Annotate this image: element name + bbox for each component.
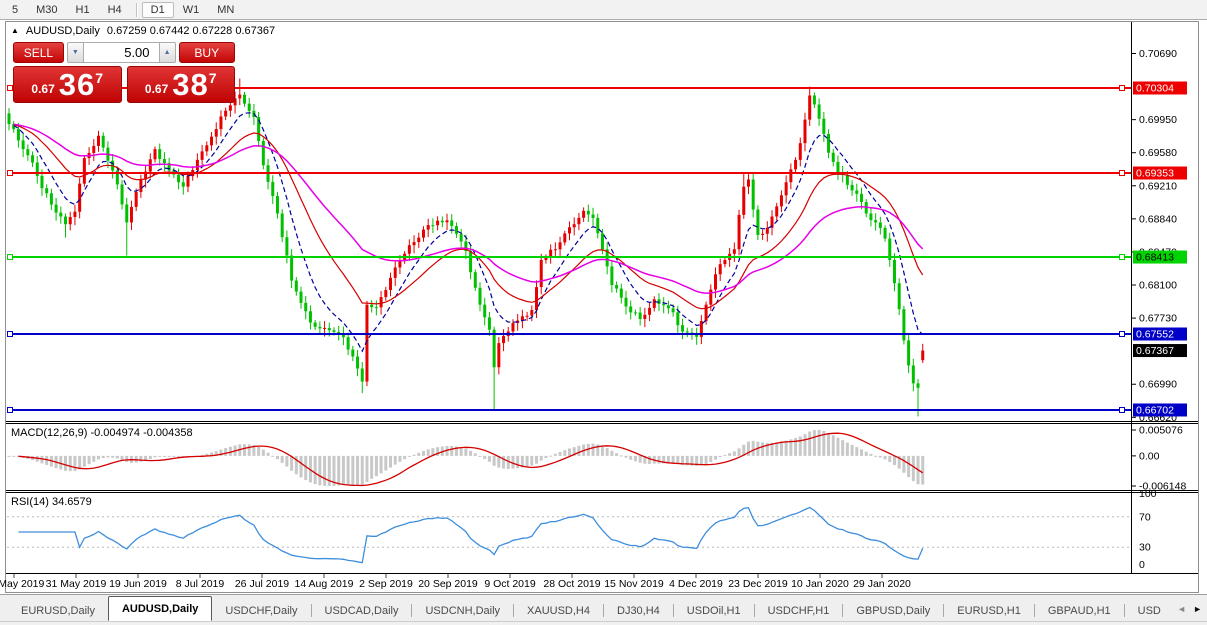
tab-usdcnh-daily[interactable]: USDCNH,Daily: [412, 600, 513, 621]
tab-eurusd-daily[interactable]: EURUSD,Daily: [8, 600, 108, 621]
price-tick-label: 0.66990: [1139, 379, 1177, 391]
price-tick-label: 0.69580: [1139, 147, 1177, 159]
buy-price-panel[interactable]: 0.67 38 7: [127, 66, 236, 103]
hline-marker[interactable]: [1120, 171, 1125, 176]
tab-usdchf-daily[interactable]: USDCHF,Daily: [212, 600, 310, 621]
hline-marker[interactable]: [8, 332, 13, 337]
hline-marker[interactable]: [8, 407, 13, 412]
date-label: 15 Nov 2019: [604, 578, 664, 590]
bid-price-prefix: 0.67: [31, 82, 54, 96]
hline-price-label: 0.69353: [1136, 168, 1174, 180]
timeframe-button-5[interactable]: 5: [3, 2, 27, 18]
buy-button[interactable]: BUY: [179, 42, 235, 63]
price-tick-label: 0.68100: [1139, 280, 1177, 292]
date-label: 9 Oct 2019: [484, 578, 536, 590]
date-label: 13 May 2019: [0, 578, 45, 590]
tab-gbpusd-daily[interactable]: GBPUSD,Daily: [843, 600, 943, 621]
chart-ohlc-values: 0.67259 0.67442 0.67228 0.67367: [107, 25, 275, 37]
bid-price-big: 36: [59, 67, 95, 102]
rsi-axis-label: 30: [1139, 542, 1151, 554]
tab-xauusd-h4[interactable]: XAUUSD,H4: [514, 600, 603, 621]
hline-marker[interactable]: [8, 171, 13, 176]
one-click-trading-panel: SELL ▼ 5.00 ▲ BUY 0.67 36 7 0.67 38 7: [13, 42, 235, 103]
price-tick-label: 0.69950: [1139, 114, 1177, 126]
date-label: 28 Oct 2019: [543, 578, 600, 590]
price-tick-label: 0.69210: [1139, 180, 1177, 192]
date-label: 31 May 2019: [46, 578, 107, 590]
price-tick-label: 0.68840: [1139, 213, 1177, 225]
timeframe-button-w1[interactable]: W1: [174, 2, 209, 18]
macd-indicator-title: MACD(12,26,9) -0.004974 -0.004358: [11, 427, 193, 439]
tabs-scroll-left-icon[interactable]: ◄: [1177, 604, 1186, 614]
date-label: 26 Jul 2019: [235, 578, 289, 590]
date-label: 20 Sep 2019: [418, 578, 478, 590]
rsi-axis-label: 70: [1139, 511, 1151, 523]
rsi-axis-label: 100: [1139, 488, 1157, 500]
hline-price-label: 0.66702: [1136, 404, 1174, 416]
bid-price-pip: 7: [95, 70, 103, 86]
ask-price-pip: 7: [209, 70, 217, 86]
hline-marker[interactable]: [8, 255, 13, 260]
timeframe-button-mn[interactable]: MN: [208, 2, 243, 18]
chart-symbol-period: AUDUSD,Daily: [26, 25, 100, 37]
volume-decrease-button[interactable]: ▼: [67, 42, 84, 63]
date-label: 4 Dec 2019: [669, 578, 723, 590]
date-label: 10 Jan 2020: [791, 578, 849, 590]
spinner-up-icon: ▲: [164, 49, 171, 56]
date-label: 2 Sep 2019: [359, 578, 413, 590]
tab-usdchf-h1[interactable]: USDCHF,H1: [755, 600, 843, 621]
macd-axis-label: 0.005076: [1139, 425, 1183, 437]
date-label: 29 Jan 2020: [853, 578, 911, 590]
tab-audusd-daily[interactable]: AUDUSD,Daily: [108, 596, 212, 621]
price-tick-label: 0.67730: [1139, 313, 1177, 325]
volume-increase-button[interactable]: ▲: [159, 42, 176, 63]
timeframe-button-h4[interactable]: H4: [99, 2, 131, 18]
hline-marker[interactable]: [1120, 86, 1125, 91]
volume-input[interactable]: 5.00: [84, 42, 159, 63]
tab-usd[interactable]: USD: [1125, 600, 1174, 621]
sell-button[interactable]: SELL: [13, 42, 64, 63]
hline-price-label: 0.68413: [1136, 252, 1174, 264]
sell-price-panel[interactable]: 0.67 36 7: [13, 66, 122, 103]
price-tick-label: 0.70690: [1139, 48, 1177, 60]
timeframe-button-h1[interactable]: H1: [67, 2, 99, 18]
status-strip: [0, 621, 1207, 625]
chart-tabs-bar: EURUSD,DailyAUDUSD,DailyUSDCHF,DailyUSDC…: [0, 594, 1207, 621]
chart-title: ▲ AUDUSD,Daily 0.67259 0.67442 0.67228 0…: [11, 25, 275, 37]
hline-marker[interactable]: [1120, 332, 1125, 337]
spinner-down-icon: ▼: [72, 49, 79, 56]
hline-price-label: 0.67552: [1136, 329, 1174, 341]
ask-price-prefix: 0.67: [145, 82, 168, 96]
macd-axis-label: 0.00: [1139, 450, 1160, 462]
date-label: 19 Jun 2019: [109, 578, 167, 590]
date-label: 23 Dec 2019: [728, 578, 788, 590]
hline-marker[interactable]: [1120, 255, 1125, 260]
timeframe-button-d1[interactable]: D1: [142, 2, 174, 18]
rsi-indicator-title: RSI(14) 34.6579: [11, 496, 92, 508]
one-click-collapse-icon[interactable]: ▲: [11, 27, 19, 35]
chart-window-frame: [6, 22, 1199, 593]
ask-price-big: 38: [172, 67, 208, 102]
tab-usdcad-daily[interactable]: USDCAD,Daily: [312, 600, 412, 621]
toolbar-separator: [136, 3, 137, 17]
date-label: 8 Jul 2019: [176, 578, 225, 590]
tab-dj30-h4[interactable]: DJ30,H4: [604, 600, 673, 621]
tabs-scroll-right-icon[interactable]: ►: [1193, 604, 1202, 614]
current-price-label: 0.67367: [1136, 345, 1174, 357]
hline-marker[interactable]: [1120, 407, 1125, 412]
date-label: 14 Aug 2019: [295, 578, 354, 590]
rsi-axis-label: 0: [1139, 559, 1145, 571]
tab-gbpaud-h1[interactable]: GBPAUD,H1: [1035, 600, 1124, 621]
tab-eurusd-h1[interactable]: EURUSD,H1: [944, 600, 1034, 621]
tab-usdoil-h1[interactable]: USDOil,H1: [674, 600, 754, 621]
hline-marker[interactable]: [8, 86, 13, 91]
timeframe-button-m30[interactable]: M30: [27, 2, 66, 18]
timeframe-toolbar: 5M30H1H4 D1W1MN: [0, 0, 1207, 20]
hline-price-label: 0.70304: [1136, 83, 1174, 95]
